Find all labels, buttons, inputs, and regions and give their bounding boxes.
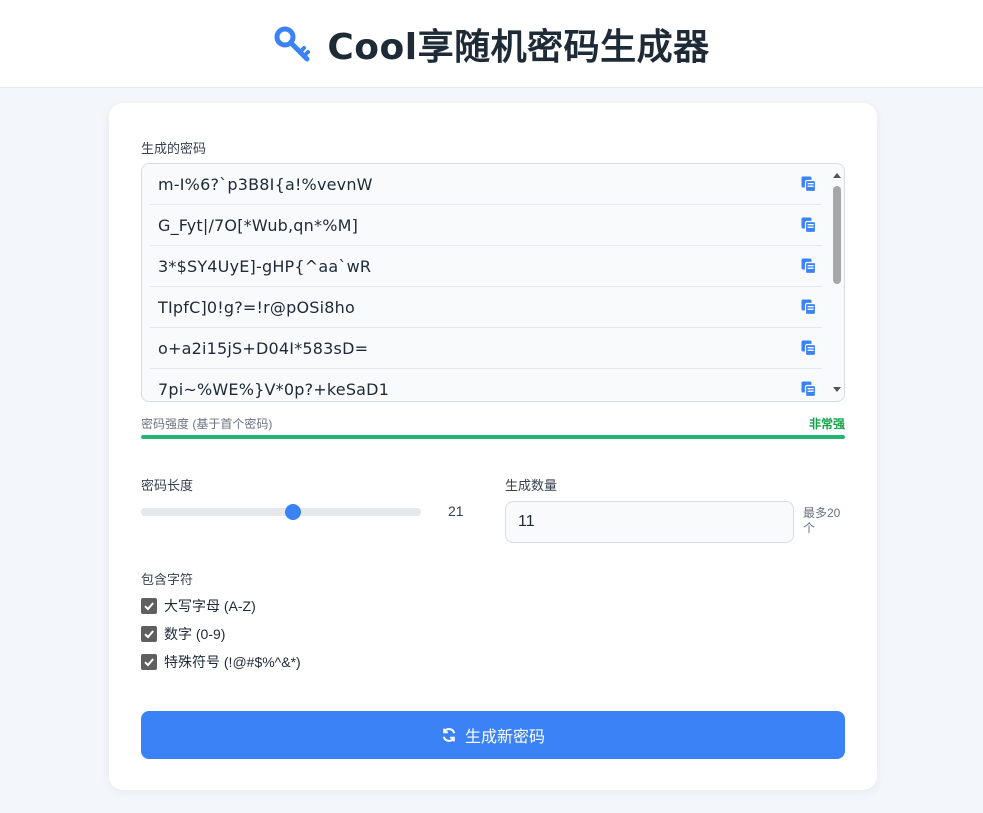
scroll-down-arrow-icon[interactable] xyxy=(833,387,841,392)
generator-card: 生成的密码 m-I%6?`p3B8I{a!%vevnW G_Fyt|/7O[*W… xyxy=(109,103,877,790)
count-label: 生成数量 xyxy=(505,478,558,493)
copy-icon[interactable] xyxy=(800,257,818,275)
copy-icon[interactable] xyxy=(800,298,818,316)
generate-button[interactable]: 生成新密码 xyxy=(141,711,845,759)
password-text: 3*$SY4UyE]-gHP{^aa`wR xyxy=(158,256,372,276)
password-row: 7pi~%WE%}V*0p?+keSaD1 xyxy=(150,369,822,401)
key-icon xyxy=(274,26,311,61)
copy-icon[interactable] xyxy=(800,216,818,234)
scroll-thumb[interactable] xyxy=(833,186,841,284)
password-list-scrollbar[interactable] xyxy=(830,164,844,401)
password-row: G_Fyt|/7O[*Wub,qn*%M] xyxy=(150,205,822,246)
count-input[interactable] xyxy=(505,501,794,543)
length-slider[interactable] xyxy=(141,504,421,520)
count-hint: 最多20个 xyxy=(803,506,841,535)
copy-icon[interactable] xyxy=(800,339,818,357)
symbols-checkbox[interactable] xyxy=(141,654,157,670)
generate-button-label: 生成新密码 xyxy=(464,729,545,746)
digits-checkbox-label: 数字 (0-9) xyxy=(164,626,226,642)
refresh-icon xyxy=(442,728,456,742)
check-icon xyxy=(144,630,154,639)
strength-bar-fill xyxy=(141,435,845,439)
chars-label: 包含字符 xyxy=(141,572,194,587)
strength-label: 密码强度 (基于首个密码) xyxy=(141,417,273,431)
strength-value: 非常强 xyxy=(808,417,845,431)
password-row: m-I%6?`p3B8I{a!%vevnW xyxy=(150,164,822,205)
password-row: TIpfC]0!g?=!r@pOSi8ho xyxy=(150,287,822,328)
copy-icon[interactable] xyxy=(800,380,818,398)
uppercase-checkbox-label: 大写字母 (A-Z) xyxy=(164,598,256,614)
length-label: 密码长度 xyxy=(141,478,194,493)
password-text: m-I%6?`p3B8I{a!%vevnW xyxy=(158,174,373,194)
symbols-checkbox-row[interactable]: 特殊符号 (!@#$%^&*) xyxy=(141,652,301,672)
digits-checkbox-row[interactable]: 数字 (0-9) xyxy=(141,624,225,644)
length-value: 21 xyxy=(448,503,464,519)
length-slider-thumb[interactable] xyxy=(284,504,301,520)
copy-icon[interactable] xyxy=(800,175,818,193)
check-icon xyxy=(144,602,154,611)
password-row: o+a2i15jS+D04I*583sD= xyxy=(150,328,822,369)
check-icon xyxy=(144,658,154,667)
scroll-up-arrow-icon[interactable] xyxy=(833,173,841,178)
strength-row: 密码强度 (基于首个密码) 非常强 xyxy=(141,415,845,432)
page-header: Cool享随机密码生成器 xyxy=(0,0,983,88)
uppercase-checkbox[interactable] xyxy=(141,598,157,614)
password-text: G_Fyt|/7O[*Wub,qn*%M] xyxy=(158,215,359,235)
strength-bar xyxy=(141,435,845,439)
password-text: TIpfC]0!g?=!r@pOSi8ho xyxy=(158,297,355,317)
password-row: 3*$SY4UyE]-gHP{^aa`wR xyxy=(150,246,822,287)
password-list-box[interactable]: m-I%6?`p3B8I{a!%vevnW G_Fyt|/7O[*Wub,qn*… xyxy=(141,163,845,402)
password-text: o+a2i15jS+D04I*583sD= xyxy=(158,338,369,358)
uppercase-checkbox-row[interactable]: 大写字母 (A-Z) xyxy=(141,596,256,616)
symbols-checkbox-label: 特殊符号 (!@#$%^&*) xyxy=(164,654,301,670)
password-text: 7pi~%WE%}V*0p?+keSaD1 xyxy=(158,379,390,399)
digits-checkbox[interactable] xyxy=(141,626,157,642)
generated-passwords-label: 生成的密码 xyxy=(141,141,207,156)
page-title: Cool享随机密码生成器 xyxy=(327,26,710,68)
title-wrap: Cool享随机密码生成器 xyxy=(273,18,709,70)
password-list: m-I%6?`p3B8I{a!%vevnW G_Fyt|/7O[*Wub,qn*… xyxy=(150,164,822,401)
